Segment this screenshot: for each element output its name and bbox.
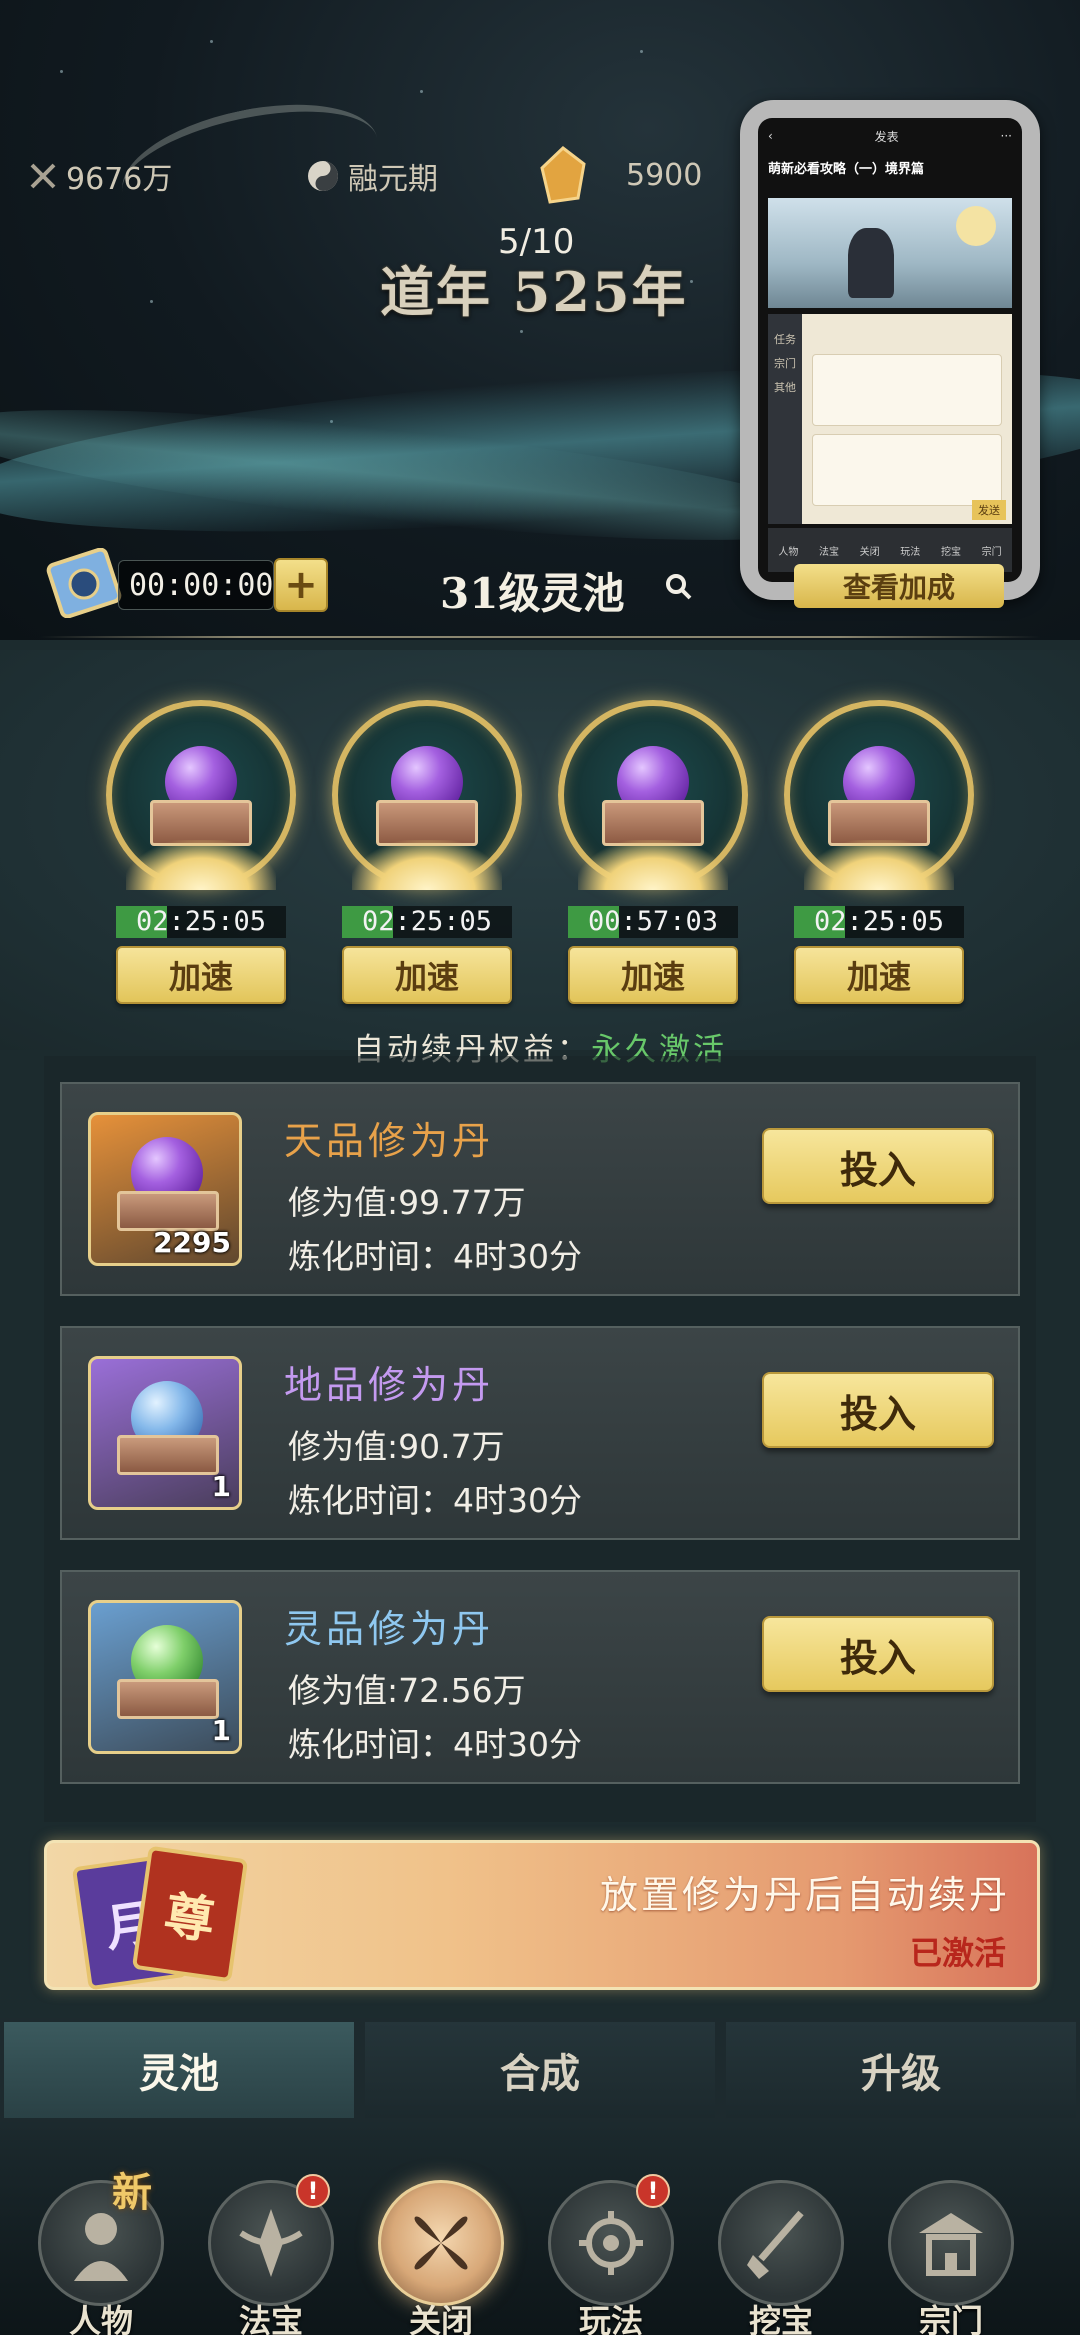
mini-tab: 法宝 (818, 546, 839, 558)
dao-year-title: 道年 525年 (380, 260, 688, 324)
crossed-swords-icon (28, 161, 58, 191)
pill-cultivation-value: 修为值:99.77万 (288, 1183, 526, 1222)
lotus-icon (352, 840, 502, 890)
pill-refine-time: 炼化时间：4时30分 (288, 1725, 582, 1764)
pill-quantity: 2295 (153, 1226, 231, 1259)
pill-refine-time: 炼化时间：4时30分 (288, 1237, 582, 1276)
combat-power-stat: 9676万 (28, 154, 172, 198)
pill-name: 灵品修为丹 (284, 1607, 495, 1651)
mini-chat-message (812, 434, 1002, 506)
zun-card-icon: 尊 (131, 1845, 249, 1983)
gem-stat: 5900 + (538, 146, 771, 204)
nav-sect[interactable]: 宗门 (876, 2180, 1026, 2335)
combat-power-value: 9676万 (66, 162, 173, 197)
mini-chat-message (812, 354, 1002, 426)
lotus-icon (126, 840, 276, 890)
gem-count: 5900 (626, 157, 703, 193)
realm-stat: 融元期 (306, 154, 438, 198)
nav-label: 宗门 (918, 2302, 983, 2335)
alert-badge: ! (636, 2174, 670, 2208)
speed-up-button[interactable]: 加速 (342, 946, 512, 1004)
new-badge: 新 (112, 2169, 152, 2216)
search-icon[interactable] (664, 572, 694, 602)
mini-window-content: ‹ 发表 ··· 萌新必看攻略（一）境界篇 任务 宗门 其他 发送 人物 法宝 … (758, 118, 1022, 582)
divider (40, 636, 1040, 638)
mini-side-item: 其他 (774, 381, 796, 394)
speed-up-button[interactable]: 加速 (794, 946, 964, 1004)
yin-yang-icon (306, 159, 340, 193)
more-icon[interactable]: ··· (1001, 129, 1012, 143)
tab-upgrade[interactable]: 升级 (726, 2022, 1076, 2118)
mini-art-image (768, 198, 1012, 308)
pill-card: 1 地品修为丹 修为值:90.7万 炼化时间：4时30分 投入 (60, 1326, 1020, 1540)
banner-status: 已激活 (909, 1934, 1006, 1972)
pill-box-icon (117, 1191, 219, 1231)
mini-side-item: 宗门 (774, 357, 796, 370)
nav-label: 玩法 (578, 2302, 643, 2335)
pill-card: 2295 天品修为丹 修为值:99.77万 炼化时间：4时30分 投入 (60, 1082, 1020, 1296)
nav-close[interactable]: 关闭 (366, 2180, 516, 2335)
back-icon[interactable]: ‹ (768, 129, 773, 143)
slot-timer: 02:25:05 (116, 906, 286, 938)
mini-tab: 玩法 (900, 546, 921, 558)
slot-timer: 02:25:05 (794, 906, 964, 938)
pill-cultivation-value: 修为值:90.7万 (288, 1427, 505, 1466)
pill-box-icon (117, 1679, 219, 1719)
nav-label: 挖宝 (748, 2302, 813, 2335)
pool-title: 31级灵池 (440, 569, 625, 618)
pill-thumbnail: 1 (88, 1356, 242, 1510)
lotus-icon (578, 840, 728, 890)
shovel-icon (718, 2180, 844, 2306)
speed-up-button[interactable]: 加速 (568, 946, 738, 1004)
nav-gameplay[interactable]: ! 玩法 (536, 2174, 686, 2335)
add-time-button[interactable]: + (274, 558, 328, 612)
mini-tab: 挖宝 (940, 546, 961, 558)
pill-thumbnail: 2295 (88, 1112, 242, 1266)
put-in-button[interactable]: 投入 (762, 1372, 994, 1448)
spirit-stone-icon (538, 146, 588, 204)
realm-value: 融元期 (348, 162, 438, 197)
view-bonus-button[interactable]: 查看加成 (794, 564, 1004, 608)
nav-dig-treasure[interactable]: 挖宝 (706, 2180, 856, 2335)
floating-video-window[interactable]: ‹ 发表 ··· 萌新必看攻略（一）境界篇 任务 宗门 其他 发送 人物 法宝 … (740, 100, 1040, 600)
mini-side-item: 任务 (774, 333, 796, 346)
pill-name: 地品修为丹 (284, 1363, 495, 1407)
mini-tab: 人物 (778, 546, 799, 558)
pill-refine-time: 炼化时间：4时30分 (288, 1481, 582, 1520)
slot-timer: 00:57:03 (568, 906, 738, 938)
slot-timer: 02:25:05 (342, 906, 512, 938)
pill-thumbnail: 1 (88, 1600, 242, 1754)
speed-up-button[interactable]: 加速 (116, 946, 286, 1004)
put-in-button[interactable]: 投入 (762, 1616, 994, 1692)
boost-timer: 00:00:00 (118, 560, 274, 610)
close-icon (378, 2180, 504, 2306)
lotus-icon (804, 840, 954, 890)
pill-card: 1 灵品修为丹 修为值:72.56万 炼化时间：4时30分 投入 (60, 1570, 1020, 1784)
put-in-button[interactable]: 投入 (762, 1128, 994, 1204)
mini-top-label: 发表 (874, 129, 899, 144)
mini-chat-panel: 任务 宗门 其他 发送 (768, 314, 1012, 524)
nav-treasure[interactable]: ! 法宝 (196, 2174, 346, 2335)
alert-badge: ! (296, 2174, 330, 2208)
mini-tab: 关闭 (859, 546, 880, 558)
mini-send-button: 发送 (972, 500, 1006, 520)
nav-character[interactable]: 新 人物 (26, 2169, 176, 2335)
banner-text: 放置修为丹后自动续丹 (599, 1873, 1010, 1917)
mini-article-title: 萌新必看攻略（一）境界篇 (768, 162, 925, 177)
tab-synthesis[interactable]: 合成 (365, 2022, 715, 2118)
pill-box-icon (117, 1435, 219, 1475)
mini-side-menu: 任务 宗门 其他 (768, 314, 802, 524)
pill-quantity: 1 (211, 1470, 231, 1503)
mini-window-topbar: ‹ 发表 ··· (758, 118, 1022, 154)
tab-spirit-pool[interactable]: 灵池 (4, 2022, 354, 2118)
nav-label: 法宝 (238, 2302, 303, 2335)
pill-name: 天品修为丹 (284, 1119, 495, 1163)
nav-label: 关闭 (408, 2302, 473, 2335)
pill-quantity: 1 (211, 1714, 231, 1747)
mini-tab: 宗门 (981, 546, 1002, 558)
sect-icon (888, 2180, 1014, 2306)
pill-cultivation-value: 修为值:72.56万 (288, 1671, 526, 1710)
nav-label: 人物 (68, 2302, 133, 2335)
